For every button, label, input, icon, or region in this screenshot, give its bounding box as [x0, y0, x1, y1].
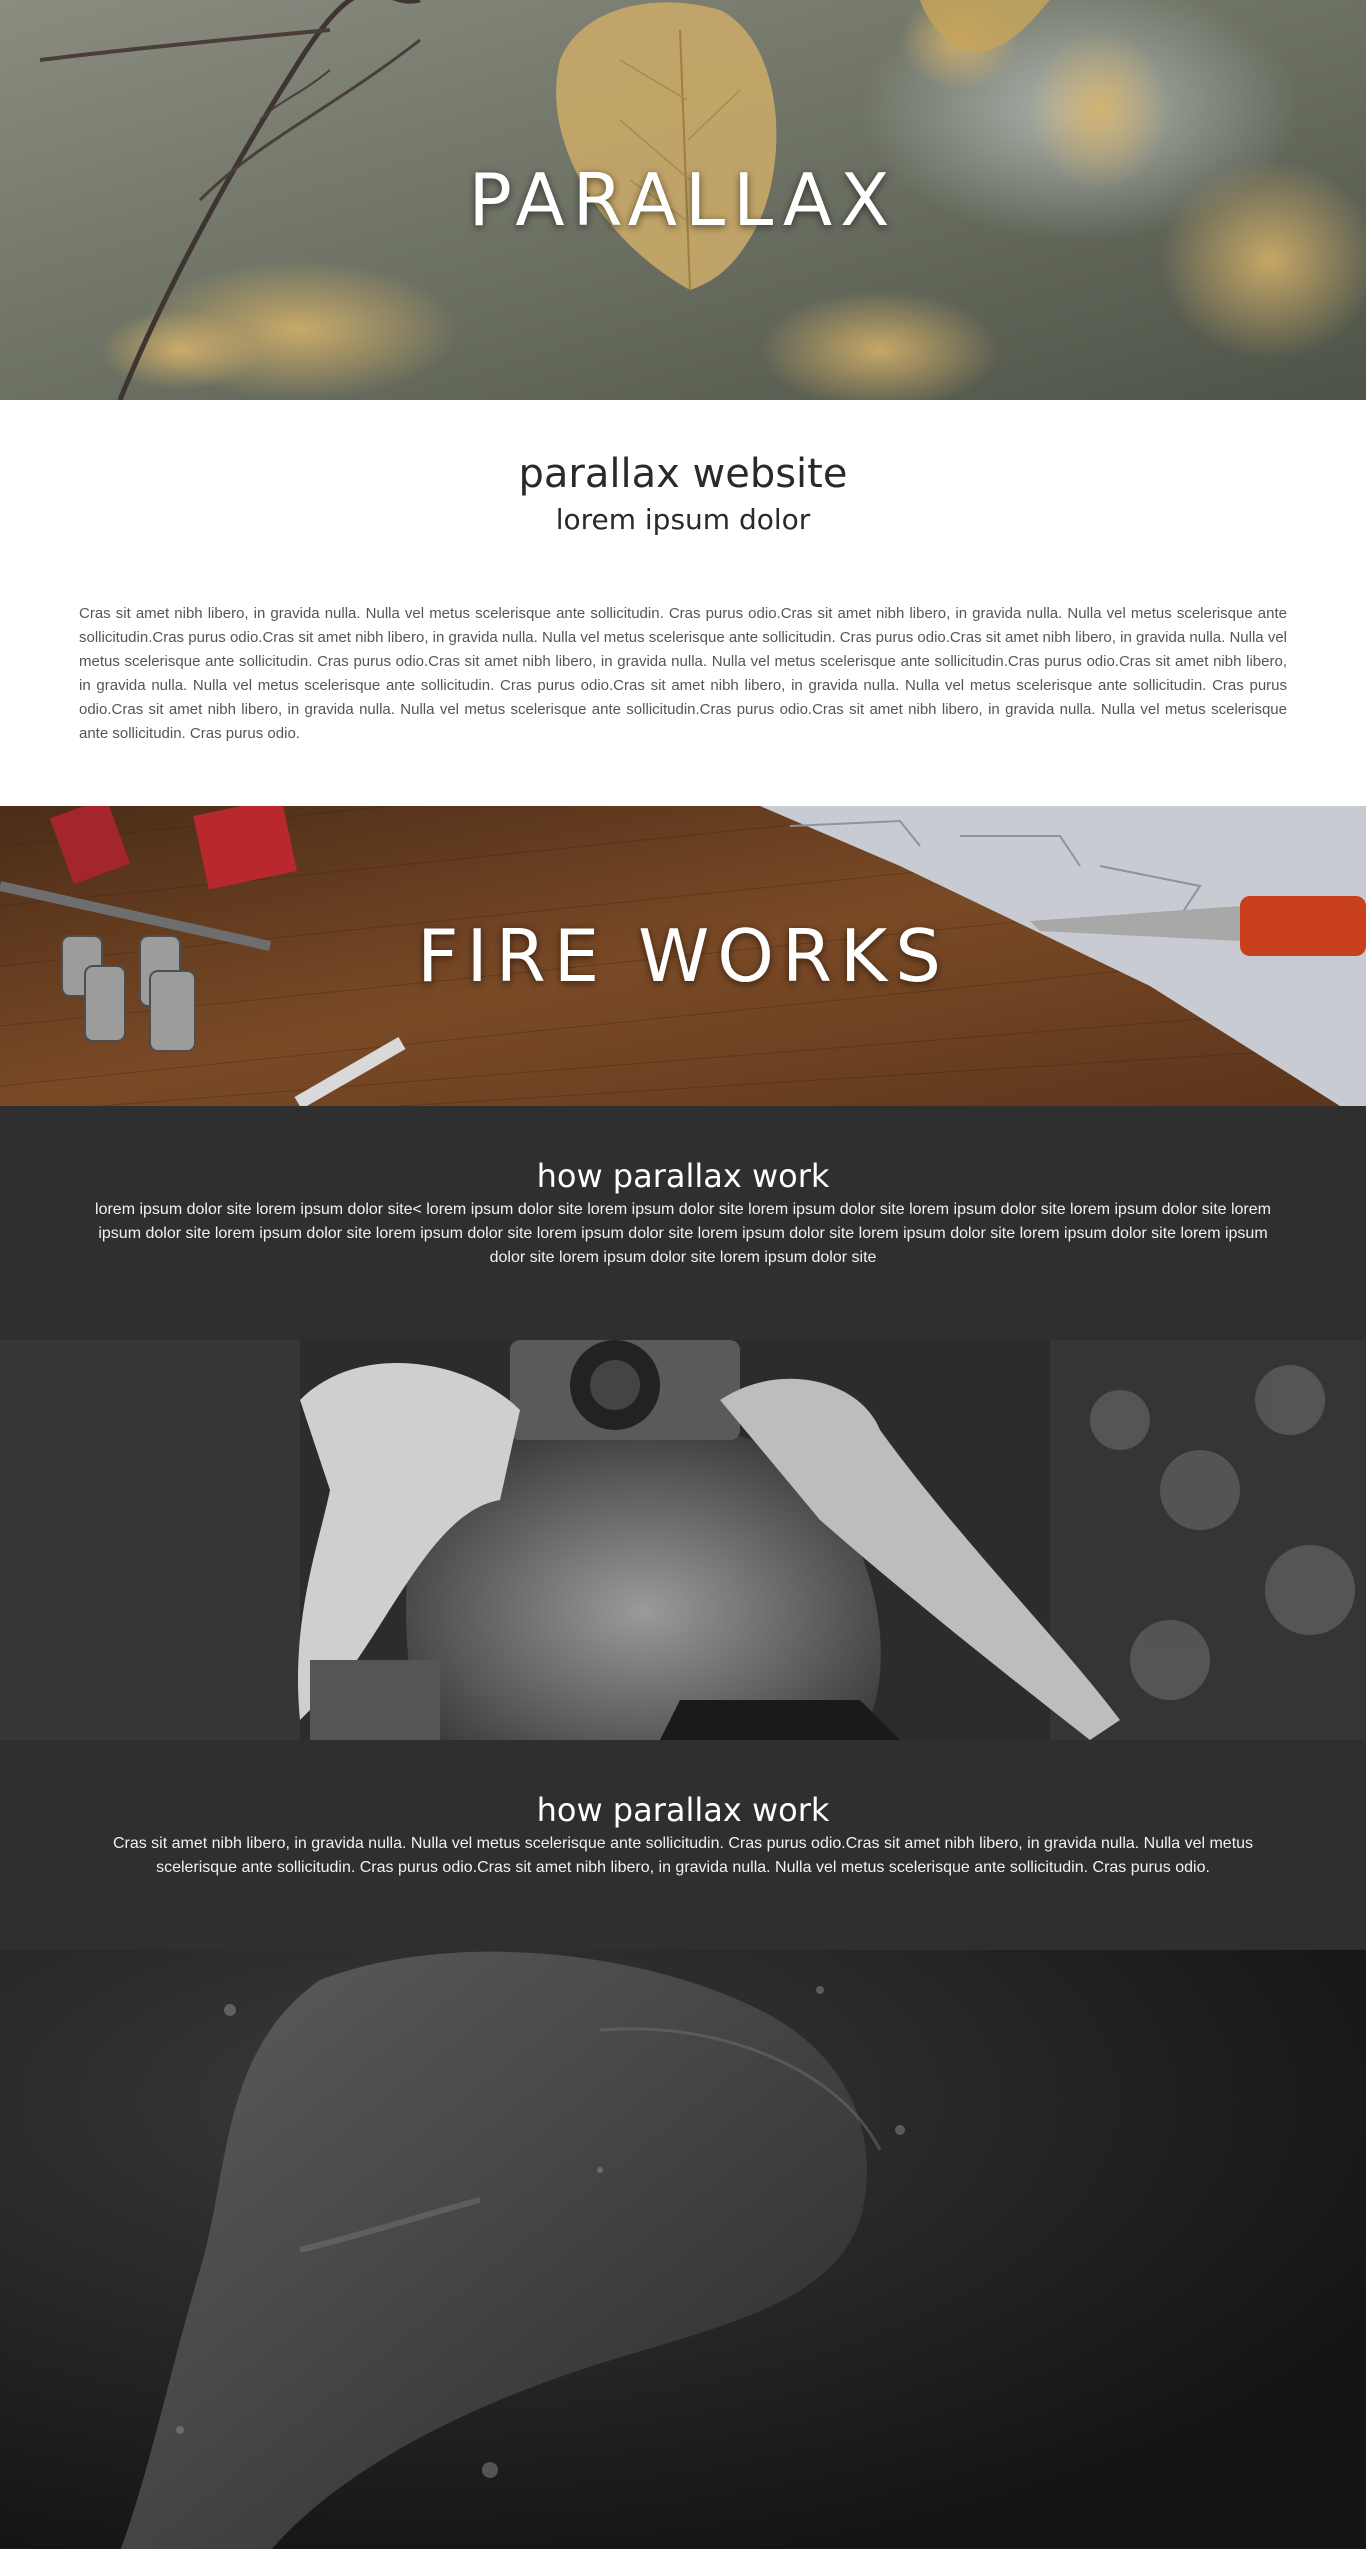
- hero-underwater-image: [0, 1950, 1366, 2549]
- hero-photographer-image: [0, 1340, 1366, 1740]
- section-heading: how parallax work: [536, 1157, 830, 1195]
- intro-subheading: lorem ipsum dolor: [555, 503, 811, 536]
- hero-parallax: PARALLAX: [0, 0, 1366, 400]
- section-heading: how parallax work: [536, 1791, 830, 1829]
- how-parallax-work-section: how parallax work lorem ipsum dolor site…: [0, 1106, 1366, 1340]
- hero-title: PARALLAX: [468, 158, 898, 242]
- hero-fire-works: FIRE WORKS: [0, 806, 1366, 1106]
- intro-body-text: Cras sit amet nibh libero, in gravida nu…: [79, 605, 1287, 742]
- section-body-text: lorem ipsum dolor site lorem ipsum dolor…: [95, 1201, 1271, 1266]
- hero-title: FIRE WORKS: [417, 914, 949, 998]
- underwater-image: [0, 1950, 1366, 2549]
- photographer-image: [0, 1340, 1366, 1740]
- how-parallax-work-section-2: how parallax work Cras sit amet nibh lib…: [0, 1740, 1366, 1950]
- intro-heading: parallax website: [518, 451, 848, 497]
- intro-section: parallax website lorem ipsum dolor Cras …: [0, 400, 1366, 806]
- section-body-text: Cras sit amet nibh libero, in gravida nu…: [112, 1835, 1254, 1876]
